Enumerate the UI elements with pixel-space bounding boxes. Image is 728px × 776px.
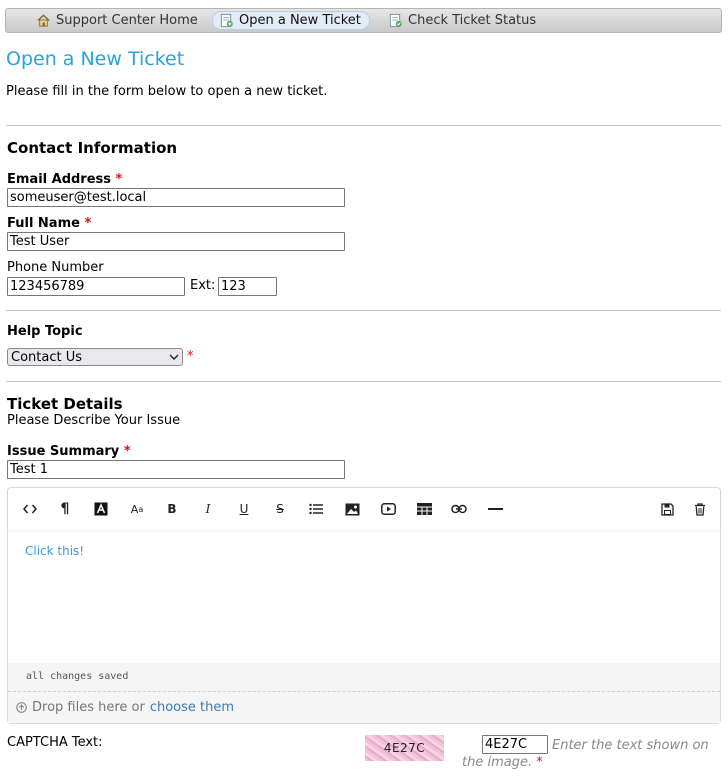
ext-label: Ext: [190,278,216,293]
nav-support-home[interactable]: Support Center Home [30,11,206,30]
trash-icon[interactable] [689,500,711,518]
email-field[interactable] [7,188,345,207]
editor-toolbar: ¶ Aa B I U S [8,488,720,530]
captcha-hint-text: Enter the text shown on the image. [462,738,709,770]
video-icon[interactable] [377,500,399,518]
nav-check-status-label: Check Ticket Status [408,13,537,28]
strikethrough-icon[interactable]: S [269,500,291,518]
issue-summary-field[interactable] [7,460,345,479]
ticket-details-subheading: Please Describe Your Issue [7,413,181,428]
file-dropzone[interactable]: Drop files here or choose them [8,691,720,723]
required-mark: * [187,349,194,364]
issue-summary-label: Issue Summary * [7,444,131,459]
full-name-label-text: Full Name [7,216,80,231]
required-mark: * [115,172,123,187]
image-icon[interactable] [341,500,363,518]
home-icon [37,14,50,27]
captcha-label: CAPTCHA Text: [7,735,103,750]
bold-icon[interactable]: B [161,500,183,518]
help-topic-select[interactable]: Contact Us [7,348,183,366]
horizontal-rule-icon[interactable] [484,500,506,518]
ticket-status-icon [389,13,402,28]
page-intro: Please fill in the form below to open a … [6,84,328,99]
code-view-icon[interactable] [19,500,41,518]
help-topic-heading: Help Topic [7,324,83,339]
paragraph-icon[interactable]: ¶ [54,500,76,518]
nav-open-ticket-label: Open a New Ticket [239,13,361,28]
editor-content-link[interactable]: Click this! [25,544,84,558]
rich-text-editor: ¶ Aa B I U S Click this! all changes sav… [7,487,721,724]
font-color-icon[interactable] [90,500,112,518]
list-icon[interactable] [305,500,327,518]
divider [6,381,721,382]
upload-icon [16,702,27,713]
save-icon[interactable] [656,500,678,518]
italic-icon[interactable]: I [197,500,219,518]
divider [6,125,721,126]
required-mark: * [84,216,92,231]
ticket-details-heading: Ticket Details [7,395,123,413]
contact-heading: Contact Information [7,139,178,157]
help-topic-selected: Contact Us [11,349,82,365]
ext-field[interactable] [218,277,277,296]
captcha-image-text: 4E27C [383,741,426,755]
page-title: Open a New Ticket [6,48,185,70]
phone-label: Phone Number [7,260,104,275]
full-name-field[interactable] [7,232,345,251]
font-size-icon[interactable]: Aa [126,500,148,518]
drop-text: Drop files here or [32,700,145,715]
editor-status: all changes saved [8,663,720,691]
full-name-label: Full Name * [7,216,91,231]
chevron-down-icon [169,354,179,360]
nav-support-home-label: Support Center Home [56,13,198,28]
required-mark: * [123,444,131,459]
email-label: Email Address * [7,172,122,187]
table-icon[interactable] [413,500,435,518]
link-icon[interactable] [448,500,470,518]
captcha-hint: Enter the text shown on the image. * [462,737,712,771]
captcha-image: 4E27C [365,735,444,761]
required-mark: * [536,755,543,770]
new-ticket-icon [220,13,233,28]
nav-check-status[interactable]: Check Ticket Status [382,11,544,30]
email-label-text: Email Address [7,172,112,187]
choose-files-link[interactable]: choose them [150,700,234,715]
divider [6,310,721,311]
phone-field[interactable] [7,277,185,296]
issue-summary-label-text: Issue Summary [7,444,120,459]
top-nav: Support Center Home Open a New Ticket Ch… [5,8,722,33]
nav-open-ticket[interactable]: Open a New Ticket [212,11,370,30]
underline-icon[interactable]: U [233,500,255,518]
